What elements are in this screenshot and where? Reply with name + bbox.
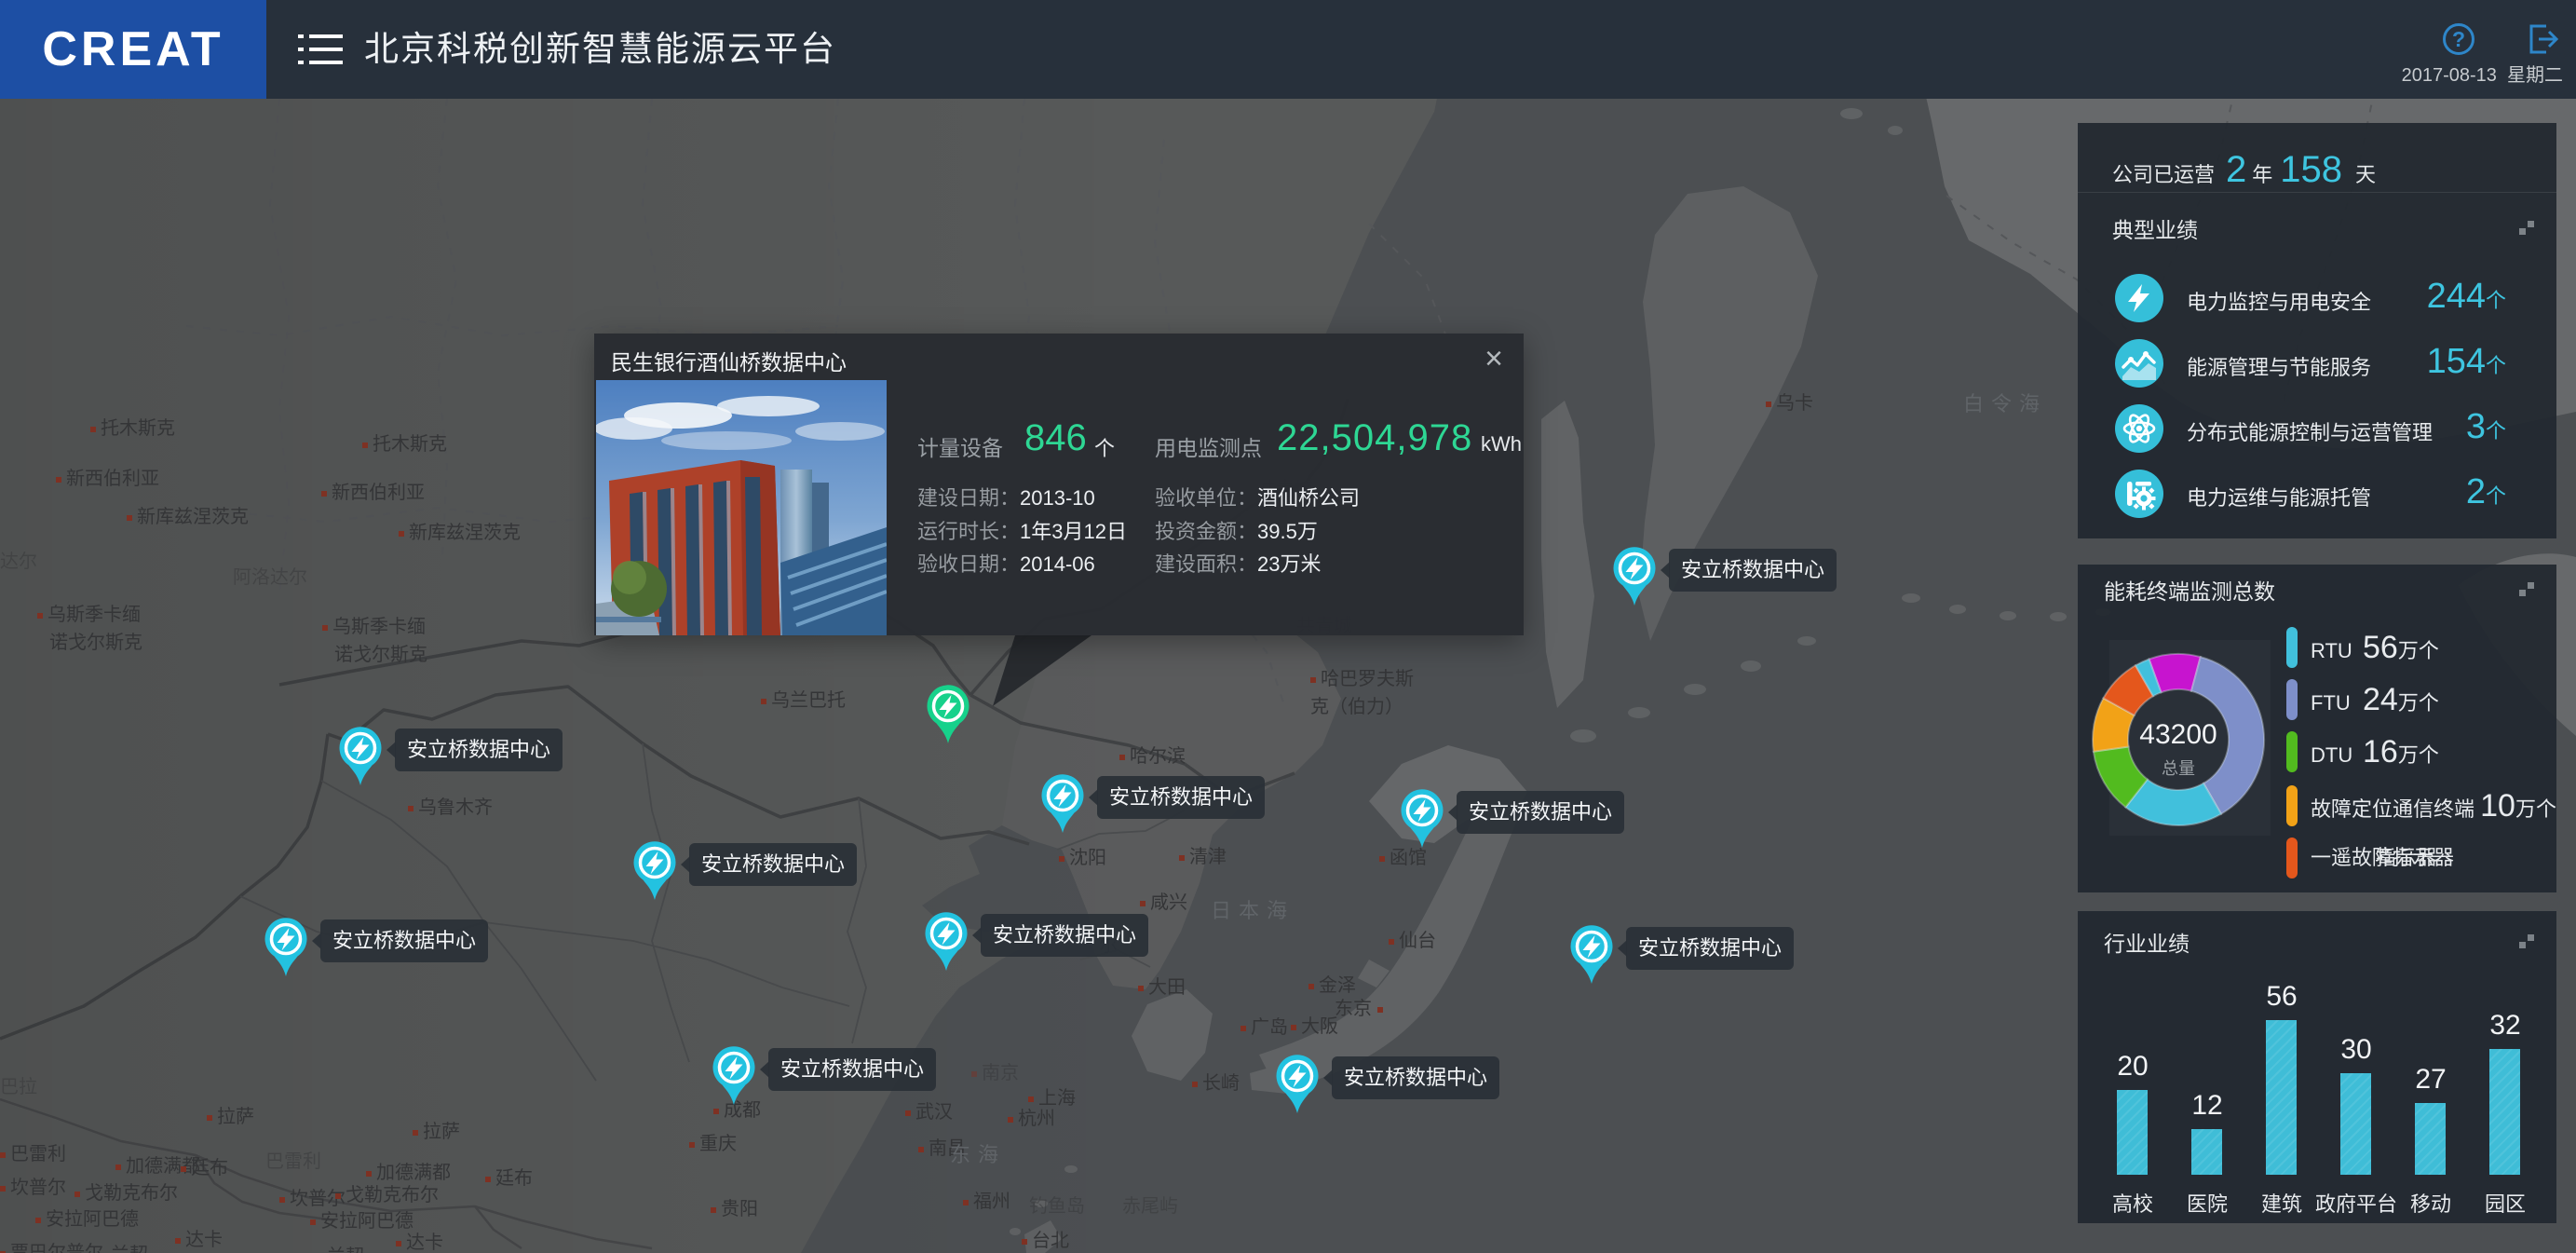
svg-text:?: ? <box>2452 27 2465 51</box>
